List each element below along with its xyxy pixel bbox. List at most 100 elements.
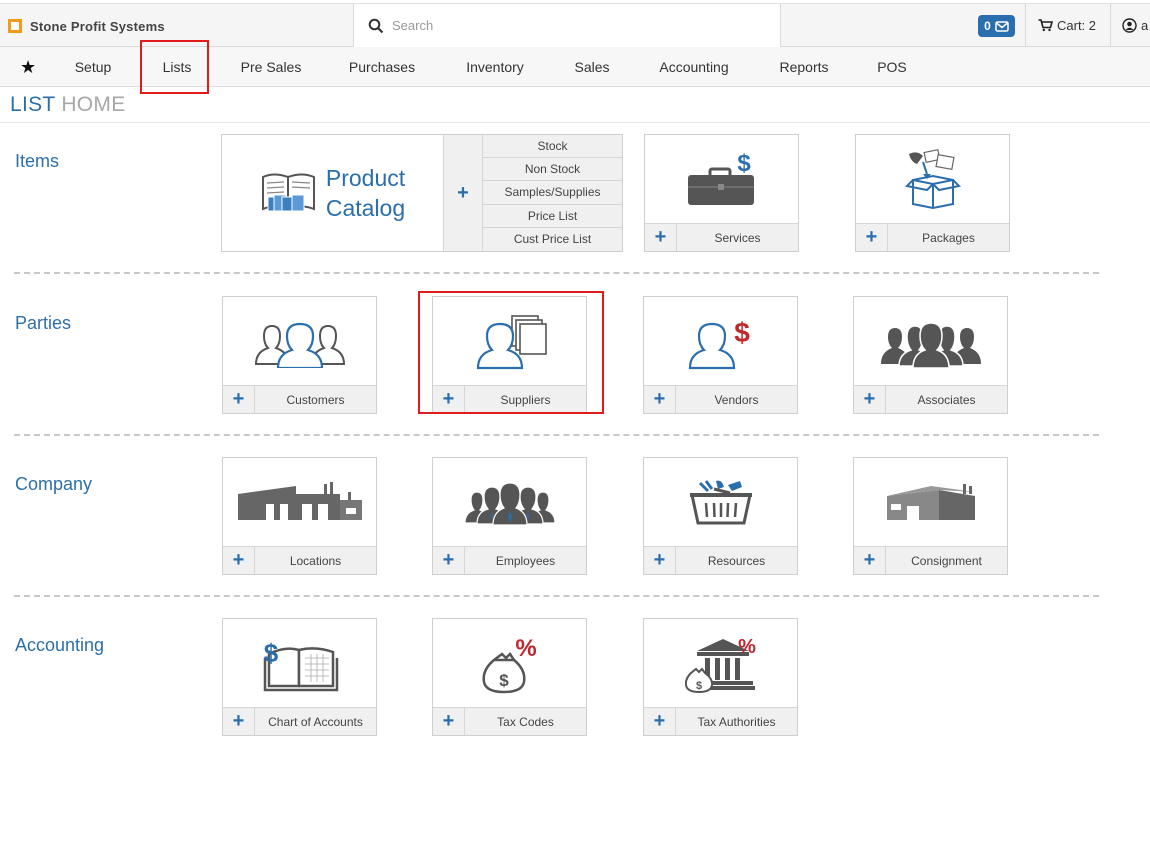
- customers-group-icon: [254, 322, 345, 368]
- catalog-link-cust-price-list[interactable]: Cust Price List: [483, 228, 622, 251]
- separator: [1025, 4, 1026, 47]
- nav-pre-sales[interactable]: Pre Sales: [228, 47, 314, 87]
- svg-text:$: $: [499, 671, 509, 690]
- svg-text:$: $: [695, 680, 701, 692]
- resources-link[interactable]: [644, 458, 797, 546]
- associates-footer: + Associates: [854, 385, 1007, 413]
- brand-logo-icon: [8, 19, 22, 33]
- services-footer: + Services: [645, 223, 798, 251]
- nav-reports[interactable]: Reports: [768, 47, 840, 87]
- user-menu[interactable]: a: [1122, 4, 1148, 47]
- locations-add-button[interactable]: +: [223, 547, 255, 574]
- associates-card: + Associates: [853, 296, 1008, 414]
- catalog-title-line2: Catalog: [325, 195, 406, 221]
- catalog-link-non-stock[interactable]: Non Stock: [483, 158, 622, 182]
- tax-codes-add-button[interactable]: +: [433, 708, 465, 735]
- locations-label[interactable]: Locations: [255, 547, 376, 574]
- consignment-label[interactable]: Consignment: [886, 547, 1007, 574]
- employees-add-button[interactable]: +: [433, 547, 465, 574]
- tax-codes-label[interactable]: Tax Codes: [465, 708, 586, 735]
- svg-text:$: $: [737, 150, 751, 177]
- vendors-link[interactable]: $: [644, 297, 797, 385]
- packages-link[interactable]: [856, 135, 1009, 223]
- vendors-label[interactable]: Vendors: [676, 386, 797, 413]
- brand-name: Stone Profit Systems: [30, 18, 165, 34]
- associates-label[interactable]: Associates: [886, 386, 1007, 413]
- catalog-book-icon: [261, 173, 315, 212]
- consignment-footer: + Consignment: [854, 546, 1007, 574]
- catalog-link-price-list[interactable]: Price List: [483, 205, 622, 228]
- section-accounting-label: Accounting: [15, 635, 105, 655]
- cart-label: Cart: 2: [1057, 18, 1097, 33]
- nav-sales[interactable]: Sales: [562, 47, 622, 87]
- tax-authorities-link[interactable]: $ %: [644, 619, 797, 707]
- locations-link[interactable]: [223, 458, 376, 546]
- section-divider: [14, 595, 1099, 597]
- catalog-links: Stock Non Stock Samples/Supplies Price L…: [483, 135, 622, 251]
- associates-group-icon: [880, 322, 981, 368]
- consignment-link[interactable]: [854, 458, 1007, 546]
- section-divider: [14, 434, 1099, 436]
- resources-label[interactable]: Resources: [676, 547, 797, 574]
- section-items-label: Items: [15, 151, 60, 171]
- tax-codes-link[interactable]: $ %: [433, 619, 586, 707]
- vendor-person-dollar-icon: $: [688, 317, 750, 370]
- chart-of-accounts-label[interactable]: Chart of Accounts: [255, 708, 376, 735]
- chart-of-accounts-footer: + Chart of Accounts: [223, 707, 376, 735]
- consignment-add-button[interactable]: +: [854, 547, 886, 574]
- vendors-card: $ + Vendors: [643, 296, 798, 414]
- money-bag-percent-icon: $ %: [481, 635, 536, 694]
- chart-of-accounts-card: $ + Chart of Accounts: [222, 618, 377, 736]
- search-input[interactable]: [392, 18, 772, 33]
- ledger-book-dollar-icon: $: [263, 638, 338, 692]
- resources-add-button[interactable]: +: [644, 547, 676, 574]
- chart-of-accounts-add-button[interactable]: +: [223, 708, 255, 735]
- employees-card: + Employees: [432, 457, 587, 575]
- nav-setup[interactable]: Setup: [60, 47, 126, 87]
- vendors-footer: + Vendors: [644, 385, 797, 413]
- services-add-button[interactable]: +: [645, 224, 677, 251]
- tax-authorities-footer: + Tax Authorities: [644, 707, 797, 735]
- associates-add-button[interactable]: +: [854, 386, 886, 413]
- cart-button[interactable]: Cart: 2: [1038, 4, 1096, 47]
- customers-label[interactable]: Customers: [255, 386, 376, 413]
- page-title-secondary: HOME: [61, 93, 126, 116]
- catalog-link-stock[interactable]: Stock: [483, 135, 622, 159]
- packages-label[interactable]: Packages: [888, 224, 1009, 251]
- employees-label[interactable]: Employees: [465, 547, 586, 574]
- product-catalog-link[interactable]: Product Catalog: [222, 135, 443, 251]
- resources-footer: + Resources: [644, 546, 797, 574]
- warehouse-building-icon: [237, 482, 362, 520]
- search-box[interactable]: [353, 4, 781, 47]
- page-title: LIST HOME: [10, 93, 126, 117]
- user-icon: [1122, 18, 1137, 33]
- catalog-add-button[interactable]: +: [443, 135, 483, 251]
- tax-codes-card: $ % + Tax Codes: [432, 618, 587, 736]
- package-box-icon: [904, 148, 961, 210]
- svg-text:$: $: [263, 638, 278, 668]
- catalog-link-samples-supplies[interactable]: Samples/Supplies: [483, 181, 622, 205]
- employees-link[interactable]: [433, 458, 586, 546]
- favorites-star-icon[interactable]: ★: [20, 57, 36, 78]
- consignment-warehouse-icon: [886, 484, 975, 520]
- customers-link[interactable]: [223, 297, 376, 385]
- nav-pos[interactable]: POS: [868, 47, 916, 87]
- vendors-add-button[interactable]: +: [644, 386, 676, 413]
- nav-purchases[interactable]: Purchases: [338, 47, 426, 87]
- briefcase-dollar-icon: $: [687, 150, 754, 205]
- tax-authorities-add-button[interactable]: +: [644, 708, 676, 735]
- chart-of-accounts-link[interactable]: $: [223, 619, 376, 707]
- services-label[interactable]: Services: [677, 224, 798, 251]
- customers-add-button[interactable]: +: [223, 386, 255, 413]
- envelope-icon: [995, 21, 1009, 32]
- services-link[interactable]: $: [645, 135, 798, 223]
- mail-badge[interactable]: 0: [978, 15, 1015, 37]
- tax-authorities-label[interactable]: Tax Authorities: [676, 708, 797, 735]
- nav-accounting[interactable]: Accounting: [646, 47, 742, 87]
- services-card: $ + Services: [644, 134, 799, 252]
- packages-footer: + Packages: [856, 223, 1009, 251]
- nav-inventory[interactable]: Inventory: [452, 47, 538, 87]
- associates-link[interactable]: [854, 297, 1007, 385]
- consignment-card: + Consignment: [853, 457, 1008, 575]
- packages-add-button[interactable]: +: [856, 224, 888, 251]
